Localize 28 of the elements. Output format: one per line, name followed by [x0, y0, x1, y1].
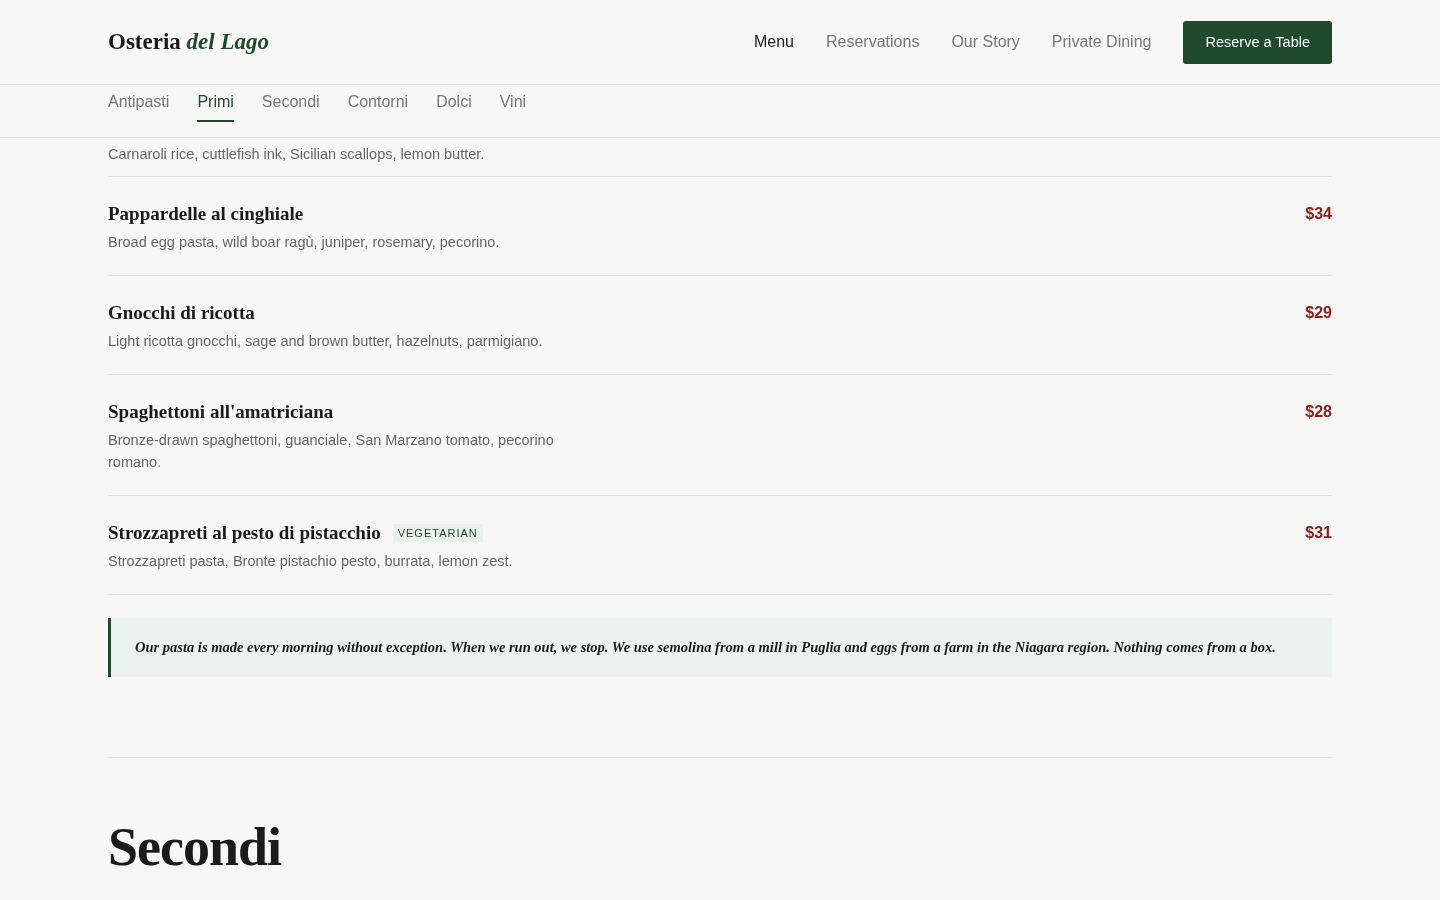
dish-price: $34 — [1305, 204, 1332, 224]
dish-description: Broad egg pasta, wild boar ragù, juniper, rosemary, pecorino. — [108, 233, 500, 252]
dish-price: $28 — [1305, 402, 1332, 422]
category-tab[interactable]: Vini — [499, 85, 527, 122]
dish-description: Carnaroli rice, cuttlefish ink, Sicilian scallops, lemon butter. — [108, 146, 1332, 177]
dish-description: Light ricotta gnocchi, sage and brown butter, hazelnuts, parmigiano. — [108, 332, 543, 351]
dish-tag: VEGETARIAN — [392, 524, 483, 542]
dish-price: $29 — [1305, 303, 1332, 323]
category-tab[interactable]: Contorni — [347, 85, 409, 122]
category-tab[interactable]: Secondi — [261, 85, 320, 122]
dish-name: Strozzapreti al pesto di pistacchio — [108, 522, 381, 544]
dish-description: Strozzapreti pasta, Bronte pistachio pesto, burrata, lemon zest. — [108, 552, 513, 571]
restaurant-logo[interactable]: Osteria del Lago — [108, 29, 269, 55]
category-tab[interactable]: Dolci — [436, 85, 472, 122]
dish-name: Gnocchi di ricotta — [108, 302, 255, 324]
dish-name: Pappardelle al cinghiale — [108, 203, 304, 225]
nav-link[interactable]: Our Story — [951, 33, 1020, 51]
dish-name: Spaghettoni all'amatriciana — [108, 401, 334, 423]
nav-link[interactable]: Menu — [754, 33, 794, 51]
section-heading: Secondi — [108, 820, 283, 874]
category-tab[interactable]: Primi — [197, 85, 234, 122]
dish-price: $31 — [1305, 523, 1332, 543]
nav-link[interactable]: Reservations — [826, 33, 920, 51]
reserve-button[interactable]: Reserve a Table — [1183, 20, 1332, 64]
pasta-note: Our pasta is made every morning without exception. When we run out, we stop. We use semolina from a mill in Puglia and eggs from a farm in the Niagara region. Nothing comes from a box. — [108, 618, 1332, 677]
dish-description: Bronze-drawn spaghettoni, guanciale, San Marzano tomato, pecorino romano. — [108, 431, 555, 472]
category-tab[interactable]: Antipasti — [108, 85, 170, 122]
nav-link[interactable]: Private Dining — [1051, 33, 1152, 51]
